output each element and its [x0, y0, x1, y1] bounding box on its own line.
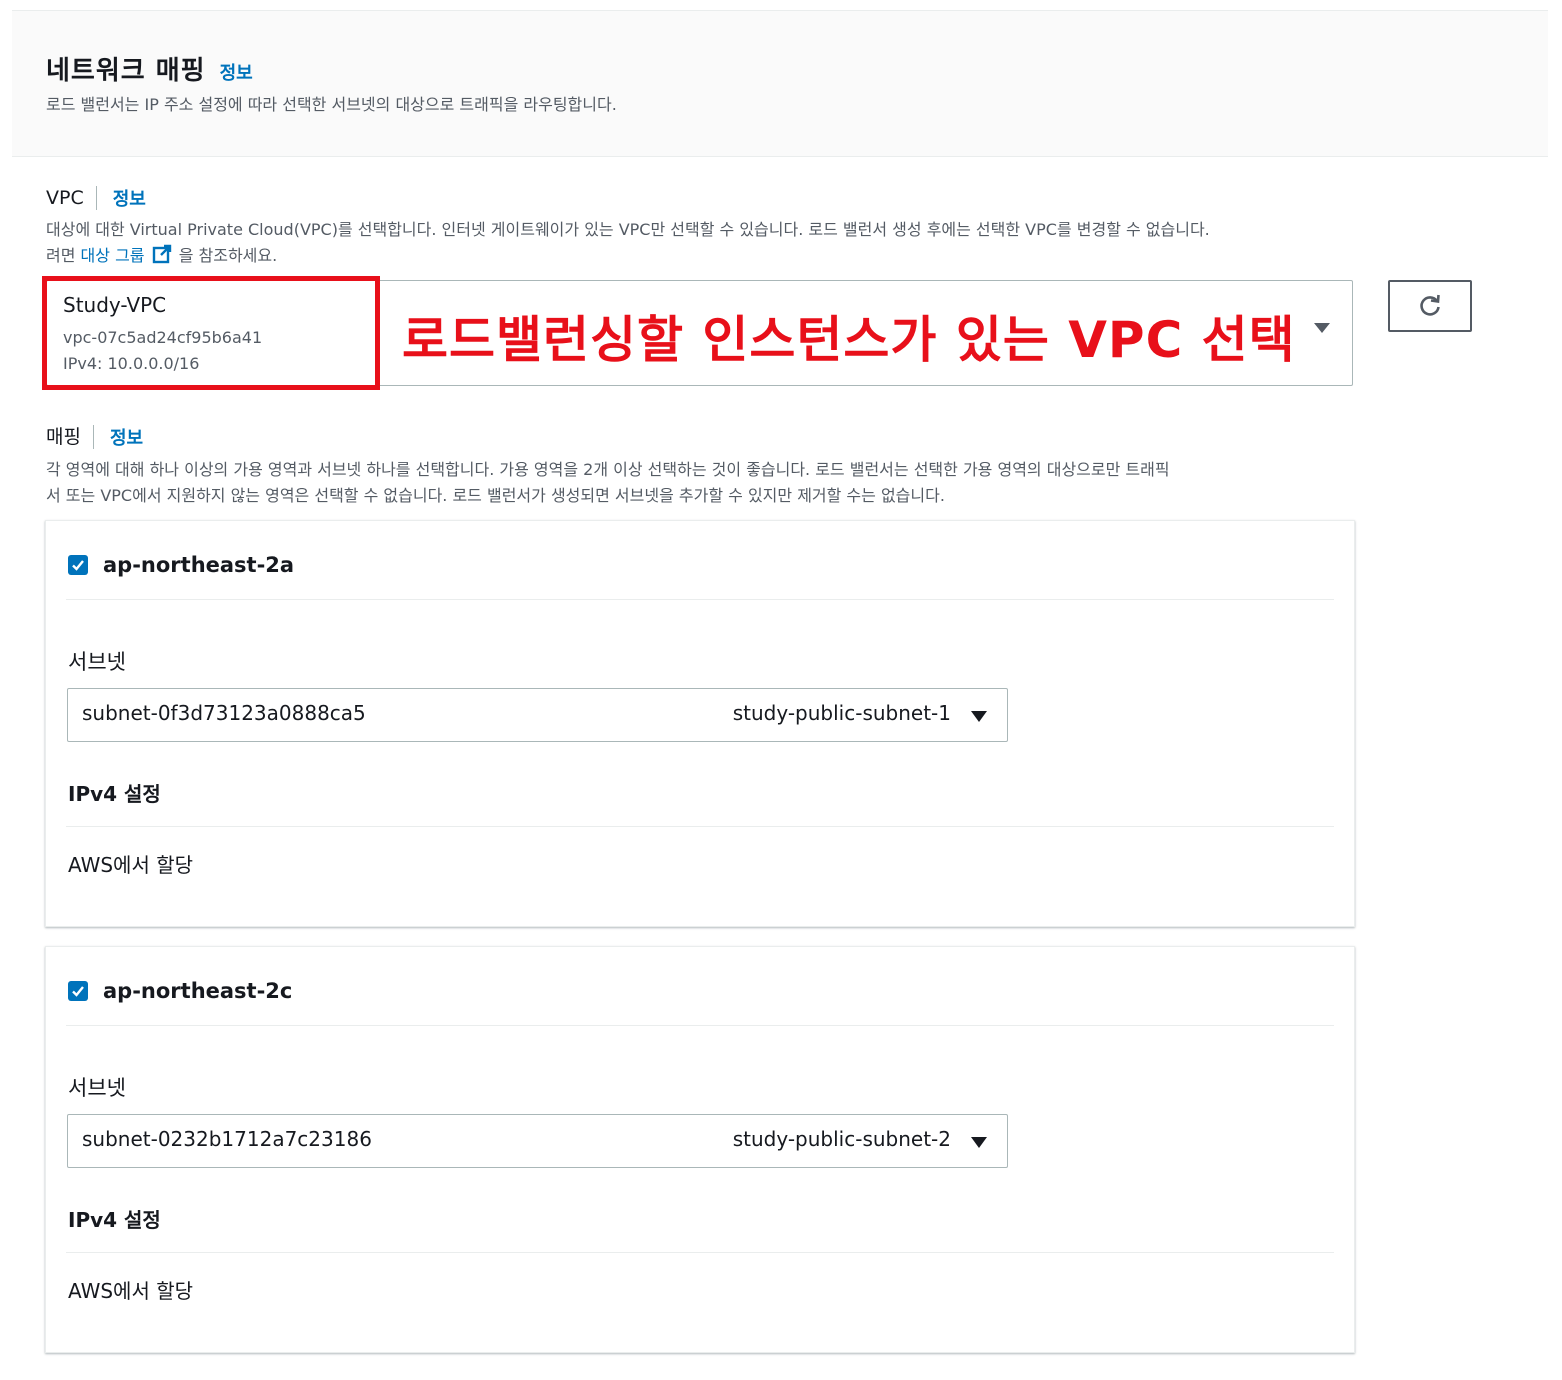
header-description: 로드 밸런서는 IP 주소 설정에 따라 선택한 서브넷의 대상으로 트래픽을 …	[46, 95, 617, 114]
mapping-info-link[interactable]: 정보	[110, 424, 143, 450]
target-group-link-label: 대상 그룹	[80, 246, 145, 265]
annotation-highlight-box	[42, 276, 380, 390]
header-title-row: 네트워크 매핑 정보	[46, 50, 253, 87]
vpc-label-row: VPC 정보	[46, 185, 146, 211]
subnet-id: subnet-0232b1712a7c23186	[82, 1127, 372, 1151]
caret-down-icon	[971, 1137, 987, 1148]
caret-down-icon	[971, 711, 987, 722]
target-group-link[interactable]: 대상 그룹	[80, 244, 179, 265]
divider	[66, 826, 1334, 827]
subnet-name: study-public-subnet-2	[732, 1127, 951, 1151]
network-mapping-page: 네트워크 매핑 정보 로드 밸런서는 IP 주소 설정에 따라 선택한 서브넷의…	[0, 0, 1562, 1380]
az-name: ap-northeast-2a	[103, 553, 295, 577]
divider	[66, 1025, 1334, 1026]
az-card-ap-northeast-2a: ap-northeast-2a 서브넷 subnet-0f3d73123a088…	[45, 520, 1355, 927]
caret-down-icon	[1314, 323, 1330, 333]
az-name: ap-northeast-2c	[103, 979, 293, 1003]
subnet-label: 서브넷	[68, 650, 126, 674]
subnet-select[interactable]: subnet-0f3d73123a0888ca5 study-public-su…	[67, 688, 1008, 742]
header-info-link[interactable]: 정보	[220, 59, 253, 85]
mapping-description-line2: 서 또는 VPC에서 지원하지 않는 영역은 선택할 수 없습니다. 로드 밸런…	[46, 486, 945, 505]
az-card-ap-northeast-2c: ap-northeast-2c 서브넷 subnet-0232b1712a7c2…	[45, 946, 1355, 1353]
subnet-select[interactable]: subnet-0232b1712a7c23186 study-public-su…	[67, 1114, 1008, 1168]
checkmark-icon	[72, 560, 84, 571]
az-checkbox-row[interactable]: ap-northeast-2c	[68, 979, 292, 1003]
subnet-id: subnet-0f3d73123a0888ca5	[82, 701, 366, 725]
subnet-label: 서브넷	[68, 1076, 126, 1100]
checkmark-icon	[72, 986, 84, 997]
vpc-description-prefix: 려면	[46, 246, 76, 265]
divider	[66, 1252, 1334, 1253]
refresh-icon	[1420, 294, 1440, 316]
refresh-button[interactable]	[1388, 280, 1472, 332]
mapping-label: 매핑	[46, 425, 94, 449]
annotation-text: 로드밸런싱할 인스턴스가 있는 VPC 선택	[402, 311, 1296, 369]
checkbox-checked-icon[interactable]	[68, 981, 88, 1001]
ipv4-settings-title: IPv4 설정	[68, 1208, 161, 1232]
checkbox-checked-icon[interactable]	[68, 555, 88, 575]
subnet-name: study-public-subnet-1	[732, 701, 951, 725]
vpc-info-link[interactable]: 정보	[113, 185, 146, 211]
vpc-description-suffix: 을 참조하세요.	[178, 246, 278, 265]
divider	[66, 599, 1334, 600]
ipv4-settings-value: AWS에서 할당	[68, 853, 194, 877]
mapping-description-line1: 각 영역에 대해 하나 이상의 가용 영역과 서브넷 하나를 선택합니다. 가용…	[46, 460, 1170, 479]
ipv4-settings-value: AWS에서 할당	[68, 1279, 194, 1303]
ipv4-settings-title: IPv4 설정	[68, 782, 161, 806]
az-checkbox-row[interactable]: ap-northeast-2a	[68, 553, 294, 577]
page-title: 네트워크 매핑	[46, 56, 206, 86]
mapping-label-row: 매핑 정보	[46, 424, 143, 450]
vpc-description-line1: 대상에 대한 Virtual Private Cloud(VPC)를 선택합니다…	[46, 220, 1210, 239]
vpc-description-line2: 려면 대상 그룹 을 참조하세요.	[46, 243, 277, 269]
vpc-label: VPC	[46, 186, 97, 210]
external-link-icon	[152, 244, 171, 264]
